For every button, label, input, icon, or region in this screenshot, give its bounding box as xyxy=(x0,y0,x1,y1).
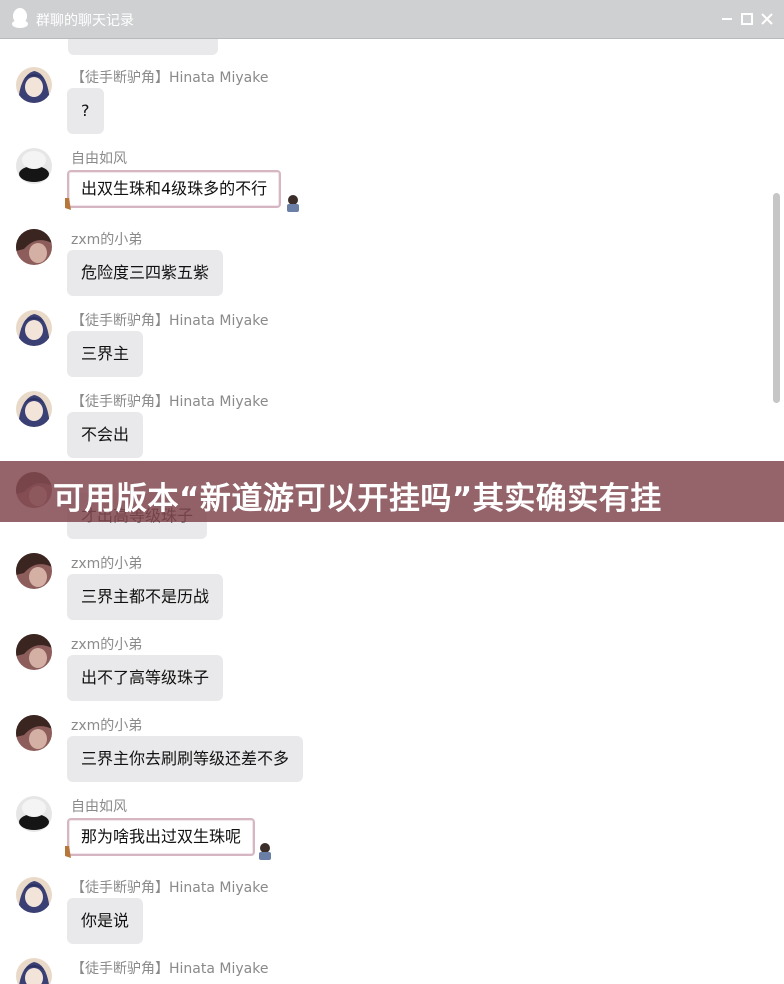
message-sender: 自由如风 xyxy=(71,799,127,815)
message-sender: 【徒手断驴角】Hinata Miyake xyxy=(71,70,269,86)
partial-message-bubble xyxy=(68,39,218,55)
message-sender: zxm的小弟 xyxy=(71,232,143,248)
hinata-avatar[interactable] xyxy=(16,958,52,984)
bubble-decoration-icon xyxy=(65,198,71,210)
message-sender: 【徒手断驴角】Hinata Miyake xyxy=(71,880,269,896)
message-bubble[interactable]: ? xyxy=(67,88,104,134)
message-sender: zxm的小弟 xyxy=(71,718,143,734)
message-bubble[interactable]: 危险度三四紫五紫 xyxy=(67,250,224,296)
close-icon[interactable] xyxy=(756,8,778,30)
hinata-avatar[interactable] xyxy=(16,391,52,427)
message-bubble[interactable]: 出不了高等级珠子 xyxy=(67,655,224,701)
ziyou-avatar[interactable] xyxy=(16,148,52,184)
message-bubble[interactable]: 你是说 xyxy=(67,898,144,944)
message-sender: 【徒手断驴角】Hinata Miyake xyxy=(71,394,269,410)
message-bubble[interactable]: 三界主都不是历战 xyxy=(67,574,224,620)
minimize-icon[interactable] xyxy=(716,8,738,30)
message-bubble[interactable]: 三界主你去刷刷等级还差不多 xyxy=(67,736,304,782)
message-sender: 【徒手断驴角】Hinata Miyake xyxy=(71,961,269,977)
bubble-character-icon xyxy=(259,843,271,860)
message-sender: zxm的小弟 xyxy=(71,637,143,653)
message-sender: 自由如风 xyxy=(71,151,127,167)
zxm-avatar[interactable] xyxy=(16,634,52,670)
scrollbar-thumb[interactable] xyxy=(773,193,780,403)
zxm-avatar[interactable] xyxy=(16,229,52,265)
bubble-character-icon xyxy=(287,195,299,212)
bubble-decoration-icon xyxy=(65,846,71,858)
message-bubble[interactable]: 三界主 xyxy=(67,331,144,377)
message-bubble[interactable]: 出双生珠和4级珠多的不行 xyxy=(67,170,282,208)
overlay-banner: 可用版本“新道游可以开挂吗”其实确实有挂 xyxy=(0,461,784,522)
message-sender: 【徒手断驴角】Hinata Miyake xyxy=(71,313,269,329)
banner-text: 可用版本“新道游可以开挂吗”其实确实有挂 xyxy=(53,481,662,517)
hinata-avatar[interactable] xyxy=(16,310,52,346)
qq-penguin-icon xyxy=(12,8,28,28)
hinata-avatar[interactable] xyxy=(16,877,52,913)
message-bubble[interactable]: 那为啥我出过双生珠呢 xyxy=(67,818,256,856)
hinata-avatar[interactable] xyxy=(16,67,52,103)
ziyou-avatar[interactable] xyxy=(16,796,52,832)
message-bubble[interactable]: 不会出 xyxy=(67,412,144,458)
zxm-avatar[interactable] xyxy=(16,553,52,589)
window-title: 群聊的聊天记录 xyxy=(36,13,134,29)
title-bar: 群聊的聊天记录 xyxy=(0,0,784,39)
message-sender: zxm的小弟 xyxy=(71,556,143,572)
zxm-avatar[interactable] xyxy=(16,715,52,751)
maximize-icon[interactable] xyxy=(736,8,758,30)
